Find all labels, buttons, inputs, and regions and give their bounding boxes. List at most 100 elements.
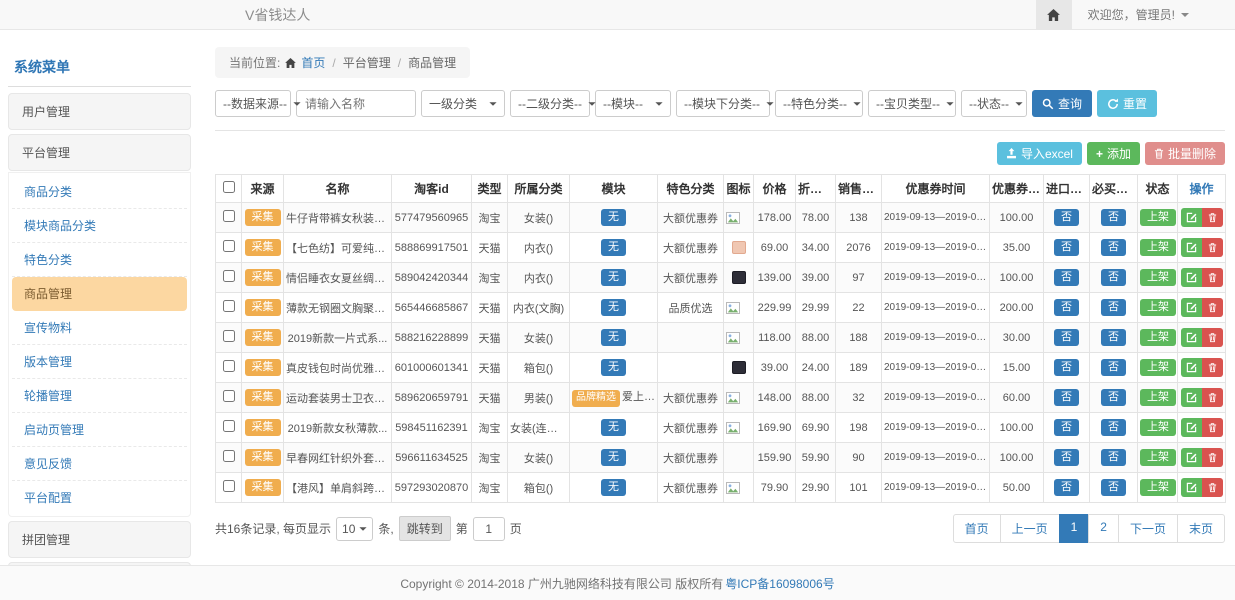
sidebar-item-平台配置[interactable]: 平台配置 bbox=[12, 481, 187, 514]
must-buy-no-badge[interactable]: 否 bbox=[1101, 329, 1126, 347]
import-no-badge[interactable]: 否 bbox=[1054, 329, 1079, 347]
delete-button[interactable] bbox=[1202, 298, 1223, 317]
delete-button[interactable] bbox=[1202, 328, 1223, 347]
reset-button[interactable]: 重置 bbox=[1097, 90, 1157, 117]
edit-button[interactable] bbox=[1181, 478, 1202, 497]
edit-button[interactable] bbox=[1181, 268, 1202, 287]
import-no-badge[interactable]: 否 bbox=[1054, 299, 1079, 317]
filter-select---二级分类--[interactable]: --二级分类-- bbox=[510, 90, 590, 117]
search-input[interactable] bbox=[296, 90, 416, 117]
filter-select---状态--[interactable]: --状态-- bbox=[961, 90, 1027, 117]
sidebar-group-拼团管理[interactable]: 拼团管理 bbox=[8, 521, 191, 558]
sidebar-item-版本管理[interactable]: 版本管理 bbox=[12, 345, 187, 379]
delete-button[interactable] bbox=[1202, 238, 1223, 257]
page-button-2[interactable]: 2 bbox=[1088, 514, 1119, 543]
import-no-badge[interactable]: 否 bbox=[1054, 359, 1079, 377]
edit-button[interactable] bbox=[1181, 388, 1202, 407]
row-checkbox[interactable] bbox=[223, 210, 235, 222]
page-button-下一页[interactable]: 下一页 bbox=[1118, 514, 1178, 543]
must-buy-no-badge[interactable]: 否 bbox=[1101, 239, 1126, 257]
must-buy-no-badge[interactable]: 否 bbox=[1101, 209, 1126, 227]
home-button[interactable] bbox=[1036, 0, 1072, 29]
page-button-首页[interactable]: 首页 bbox=[953, 514, 1001, 543]
delete-button[interactable] bbox=[1202, 448, 1223, 467]
status-badge[interactable]: 上架 bbox=[1140, 209, 1176, 227]
user-menu[interactable]: 欢迎您，管理员! bbox=[1072, 0, 1235, 29]
status-badge[interactable]: 上架 bbox=[1140, 479, 1176, 497]
sidebar-item-特色分类[interactable]: 特色分类 bbox=[12, 243, 187, 277]
status-badge[interactable]: 上架 bbox=[1140, 419, 1176, 437]
filter-select---特色分类--[interactable]: --特色分类-- bbox=[775, 90, 863, 117]
must-buy-no-badge[interactable]: 否 bbox=[1101, 479, 1126, 497]
import-no-badge[interactable]: 否 bbox=[1054, 479, 1079, 497]
icp-link[interactable]: 粤ICP备16098006号 bbox=[725, 575, 834, 592]
filter-select---模块--[interactable]: --模块-- bbox=[595, 90, 671, 117]
delete-button[interactable] bbox=[1202, 358, 1223, 377]
sidebar-item-宣传物料[interactable]: 宣传物料 bbox=[12, 311, 187, 345]
import-no-badge[interactable]: 否 bbox=[1054, 419, 1079, 437]
sidebar-item-商品分类[interactable]: 商品分类 bbox=[12, 175, 187, 209]
filter-select-一级分类[interactable]: 一级分类 bbox=[421, 90, 505, 117]
status-badge[interactable]: 上架 bbox=[1140, 239, 1176, 257]
status-badge[interactable]: 上架 bbox=[1140, 389, 1176, 407]
page-number-input[interactable] bbox=[473, 517, 505, 541]
row-checkbox[interactable] bbox=[223, 450, 235, 462]
must-buy-no-badge[interactable]: 否 bbox=[1101, 269, 1126, 287]
status-badge[interactable]: 上架 bbox=[1140, 299, 1176, 317]
filter-select---宝贝类型--[interactable]: --宝贝类型-- bbox=[868, 90, 956, 117]
status-badge[interactable]: 上架 bbox=[1140, 359, 1176, 377]
page-button-1[interactable]: 1 bbox=[1059, 514, 1090, 543]
must-buy-no-badge[interactable]: 否 bbox=[1101, 389, 1126, 407]
row-checkbox[interactable] bbox=[223, 270, 235, 282]
sidebar-item-意见反馈[interactable]: 意见反馈 bbox=[12, 447, 187, 481]
import-no-badge[interactable]: 否 bbox=[1054, 239, 1079, 257]
page-button-上一页[interactable]: 上一页 bbox=[1000, 514, 1060, 543]
sidebar-group-平台管理[interactable]: 平台管理 bbox=[8, 134, 191, 171]
row-checkbox[interactable] bbox=[223, 420, 235, 432]
sidebar-item-启动页管理[interactable]: 启动页管理 bbox=[12, 413, 187, 447]
sidebar-group-用户管理[interactable]: 用户管理 bbox=[8, 93, 191, 130]
must-buy-no-badge[interactable]: 否 bbox=[1101, 419, 1126, 437]
delete-button[interactable] bbox=[1202, 208, 1223, 227]
page-button-末页[interactable]: 末页 bbox=[1177, 514, 1225, 543]
import-no-badge[interactable]: 否 bbox=[1054, 209, 1079, 227]
import-excel-button[interactable]: 导入excel bbox=[997, 142, 1082, 165]
sidebar-item-商品管理[interactable]: 商品管理 bbox=[12, 277, 187, 311]
delete-button[interactable] bbox=[1202, 388, 1223, 407]
row-checkbox[interactable] bbox=[223, 330, 235, 342]
filter-select---模块下分类--[interactable]: --模块下分类-- bbox=[676, 90, 770, 117]
query-button[interactable]: 查询 bbox=[1032, 90, 1092, 117]
status-badge[interactable]: 上架 bbox=[1140, 269, 1176, 287]
add-button[interactable]: + 添加 bbox=[1087, 142, 1140, 165]
status-badge[interactable]: 上架 bbox=[1140, 449, 1176, 467]
import-no-badge[interactable]: 否 bbox=[1054, 269, 1079, 287]
edit-button[interactable] bbox=[1181, 448, 1202, 467]
import-no-badge[interactable]: 否 bbox=[1054, 449, 1079, 467]
row-checkbox[interactable] bbox=[223, 360, 235, 372]
filter-select---数据来源--[interactable]: --数据来源-- bbox=[215, 90, 291, 117]
batch-delete-button[interactable]: 批量删除 bbox=[1145, 142, 1225, 165]
delete-button[interactable] bbox=[1202, 478, 1223, 497]
must-buy-no-badge[interactable]: 否 bbox=[1101, 299, 1126, 317]
row-checkbox[interactable] bbox=[223, 480, 235, 492]
breadcrumb-home-link[interactable]: 首页 bbox=[301, 54, 325, 71]
delete-button[interactable] bbox=[1202, 418, 1223, 437]
row-checkbox[interactable] bbox=[223, 390, 235, 402]
import-no-badge[interactable]: 否 bbox=[1054, 389, 1079, 407]
edit-button[interactable] bbox=[1181, 298, 1202, 317]
must-buy-no-badge[interactable]: 否 bbox=[1101, 449, 1126, 467]
edit-button[interactable] bbox=[1181, 208, 1202, 227]
edit-button[interactable] bbox=[1181, 418, 1202, 437]
jump-button[interactable]: 跳转到 bbox=[399, 516, 451, 541]
row-checkbox[interactable] bbox=[223, 240, 235, 252]
edit-button[interactable] bbox=[1181, 358, 1202, 377]
must-buy-no-badge[interactable]: 否 bbox=[1101, 359, 1126, 377]
select-all-checkbox[interactable] bbox=[223, 181, 235, 193]
row-checkbox[interactable] bbox=[223, 300, 235, 312]
status-badge[interactable]: 上架 bbox=[1140, 329, 1176, 347]
delete-button[interactable] bbox=[1202, 268, 1223, 287]
edit-button[interactable] bbox=[1181, 328, 1202, 347]
sidebar-item-模块商品分类[interactable]: 模块商品分类 bbox=[12, 209, 187, 243]
sidebar-item-轮播管理[interactable]: 轮播管理 bbox=[12, 379, 187, 413]
edit-button[interactable] bbox=[1181, 238, 1202, 257]
